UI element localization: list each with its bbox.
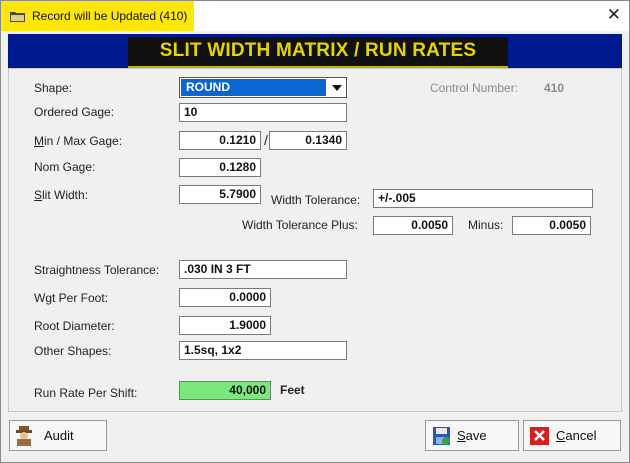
min-max-gage-label-text: in / Max Gage: xyxy=(44,134,123,148)
cancel-x-icon xyxy=(530,427,549,445)
root-diameter-input[interactable]: 1.9000 xyxy=(179,316,271,335)
floppy-disk-icon xyxy=(433,427,450,445)
detective-icon xyxy=(16,426,32,446)
width-tolerance-label: Width Tolerance: xyxy=(271,193,361,207)
banner-title: SLIT WIDTH MATRIX / RUN RATES xyxy=(159,40,477,61)
save-button[interactable]: Save xyxy=(425,420,519,451)
min-gage-input[interactable]: 0.1210 xyxy=(179,131,261,150)
cancel-label: Cancel xyxy=(556,428,596,443)
cancel-label-text: ancel xyxy=(565,428,597,443)
audit-button[interactable]: Audit xyxy=(9,420,107,451)
ordered-gage-label: Ordered Gage: xyxy=(34,105,115,119)
root-diameter-label: Root Diameter: xyxy=(34,319,115,333)
dialog-window: Record will be Updated (410) ✕ SLIT WIDT… xyxy=(0,0,630,463)
control-number-label: Control Number: xyxy=(430,81,519,95)
folder-icon xyxy=(10,12,25,22)
minus-label: Minus: xyxy=(468,218,504,232)
save-label: Save xyxy=(457,428,487,443)
slit-width-label-mnemonic: S xyxy=(34,188,43,202)
straightness-input[interactable]: .030 IN 3 FT xyxy=(179,260,347,279)
title-tab: Record will be Updated (410) xyxy=(1,1,194,31)
run-rate-input[interactable]: 40,000 xyxy=(179,381,271,400)
chevron-down-icon[interactable] xyxy=(332,85,342,91)
max-gage-input[interactable]: 0.1340 xyxy=(269,131,347,150)
width-tolerance-input[interactable]: +/-.005 xyxy=(373,189,593,208)
straightness-label: Straightness Tolerance: xyxy=(34,263,160,277)
slit-width-label-text: lit Width: xyxy=(42,188,89,202)
wgt-per-foot-label: Wgt Per Foot: xyxy=(34,291,109,305)
window-title: Record will be Updated (410) xyxy=(32,9,188,23)
control-number-value: 410 xyxy=(544,81,565,95)
width-tol-plus-input[interactable]: 0.0050 xyxy=(373,216,453,235)
audit-label: Audit xyxy=(44,428,74,443)
run-rate-unit: Feet xyxy=(280,383,305,397)
gage-separator: / xyxy=(264,132,268,148)
width-tol-plus-label: Width Tolerance Plus: xyxy=(242,218,358,232)
close-icon[interactable]: ✕ xyxy=(607,6,621,24)
title-bar: Record will be Updated (410) ✕ xyxy=(1,1,629,31)
nom-gage-label: Nom Gage: xyxy=(34,160,96,174)
slit-width-input[interactable]: 5.7900 xyxy=(179,185,261,204)
slit-width-label: Slit Width: xyxy=(34,188,88,202)
other-shapes-label: Other Shapes: xyxy=(34,344,112,358)
cancel-label-mnemonic: C xyxy=(556,428,566,443)
save-label-text: ave xyxy=(465,428,487,443)
banner-box: SLIT WIDTH MATRIX / RUN RATES xyxy=(128,37,508,68)
min-max-gage-label: Min / Max Gage: xyxy=(34,134,122,148)
run-rate-label: Run Rate Per Shift: xyxy=(34,386,138,400)
minus-input[interactable]: 0.0050 xyxy=(512,216,591,235)
wgt-per-foot-input[interactable]: 0.0000 xyxy=(179,288,271,307)
header-banner: SLIT WIDTH MATRIX / RUN RATES xyxy=(8,34,622,68)
min-max-gage-label-mnemonic: M xyxy=(34,134,44,148)
shape-selected-value: ROUND xyxy=(181,79,326,96)
save-label-mnemonic: S xyxy=(457,428,466,443)
shape-select[interactable]: ROUND xyxy=(179,77,347,98)
cancel-button[interactable]: Cancel xyxy=(523,420,621,451)
nom-gage-input[interactable]: 0.1280 xyxy=(179,158,261,177)
ordered-gage-input[interactable]: 10 xyxy=(179,103,347,122)
shape-label: Shape: xyxy=(34,81,73,95)
other-shapes-input[interactable]: 1.5sq, 1x2 xyxy=(179,341,347,360)
